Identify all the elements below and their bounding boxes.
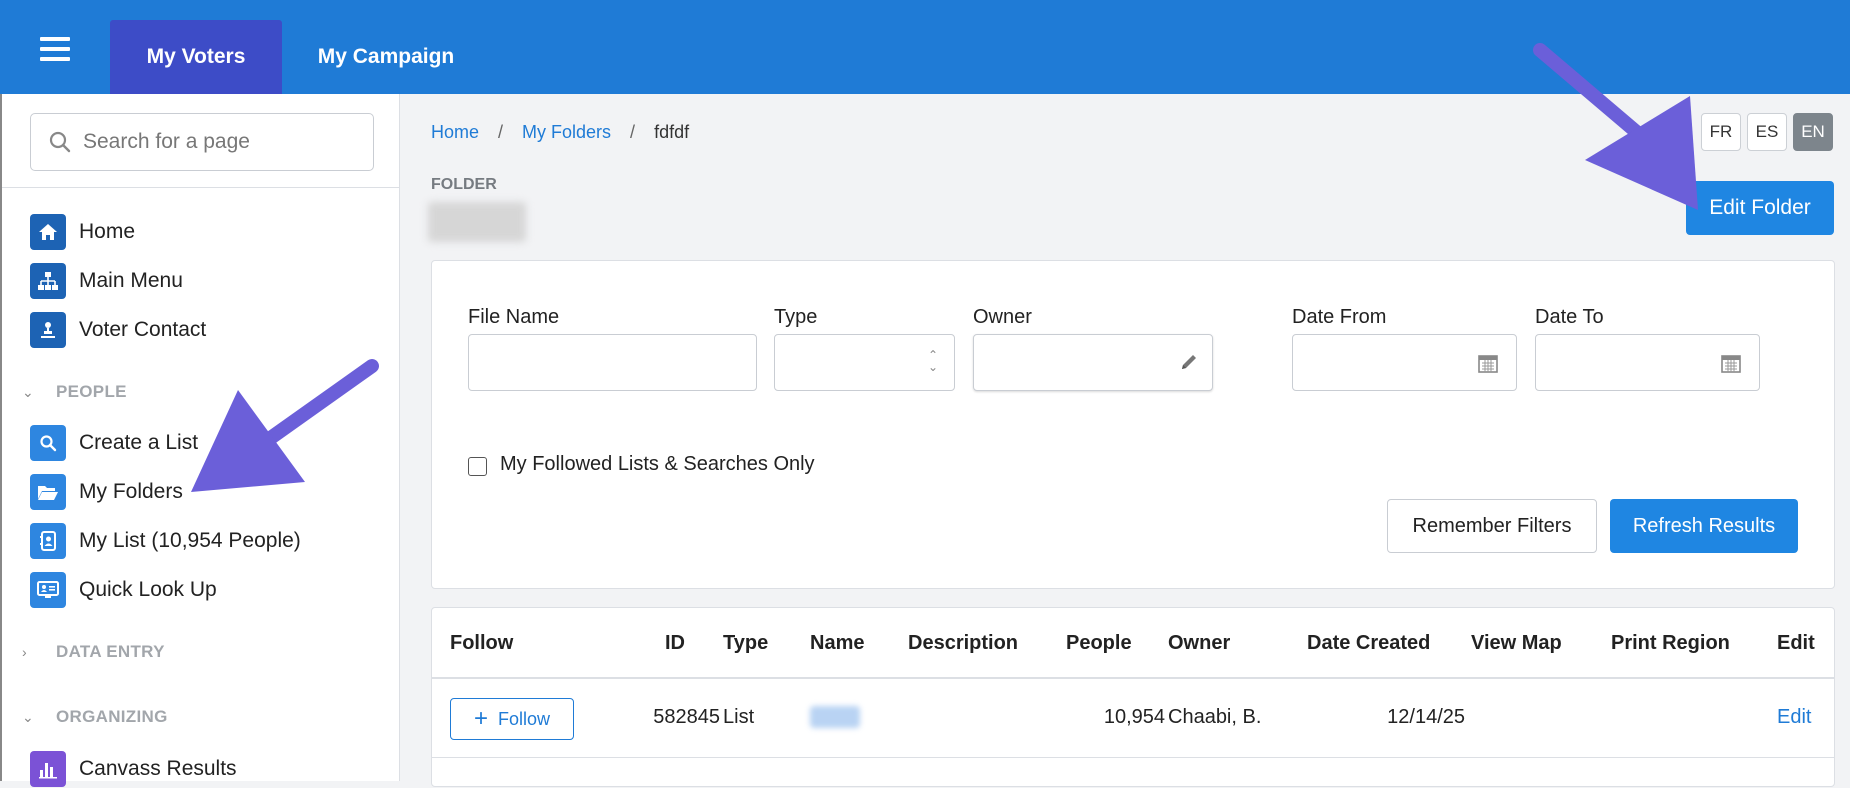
cell-date-created: 12/14/25: [1387, 706, 1465, 728]
cell-type: List: [723, 706, 755, 728]
edit-folder-button[interactable]: Edit Folder: [1686, 181, 1834, 235]
sidebar-item-create-list[interactable]: Create a List: [30, 424, 198, 462]
type-select[interactable]: ⌃ ⌄: [774, 334, 955, 391]
cell-name-link-redacted[interactable]: [810, 706, 860, 728]
column-header-owner[interactable]: Owner: [1168, 632, 1230, 655]
date-to-label: Date To: [1535, 306, 1604, 328]
date-from-input[interactable]: [1292, 334, 1517, 391]
language-en-button[interactable]: EN: [1793, 113, 1833, 151]
section-label: DATA ENTRY: [56, 642, 165, 661]
sidebar-search: [30, 113, 374, 171]
section-people[interactable]: ⌄ PEOPLE: [22, 379, 127, 405]
bar-chart-icon: [30, 751, 66, 787]
breadcrumb-home-link[interactable]: Home: [431, 122, 479, 143]
column-header-edit: Edit: [1777, 632, 1815, 654]
column-header-description[interactable]: Description: [908, 632, 1018, 655]
search-icon: [30, 425, 66, 461]
address-book-icon: [30, 523, 66, 559]
breadcrumb-separator: /: [630, 122, 636, 142]
owner-label: Owner: [973, 306, 1032, 328]
calendar-icon[interactable]: [1721, 353, 1741, 373]
folder-open-icon: [30, 474, 66, 510]
hamburger-menu-icon[interactable]: [40, 37, 70, 61]
folder-name-redacted: [428, 202, 526, 242]
chevron-down-icon: ⌄: [22, 383, 34, 400]
owner-field[interactable]: [973, 334, 1213, 391]
section-data-entry[interactable]: › DATA ENTRY: [22, 639, 165, 665]
table-header-divider: [432, 677, 1834, 679]
column-header-date-created[interactable]: Date Created: [1307, 632, 1430, 655]
sidebar-item-label: Create a List: [79, 431, 199, 454]
sidebar-item-label: My Folders: [79, 480, 183, 503]
file-name-input[interactable]: [468, 334, 757, 391]
chevron-down-icon: ⌄: [22, 708, 34, 725]
sitemap-icon: [30, 263, 66, 299]
folder-label: FOLDER: [431, 176, 497, 193]
section-label: PEOPLE: [56, 382, 127, 401]
sidebar: Home Main Menu Voter Contact ⌄ PEOPLE Cr…: [0, 94, 400, 787]
table-row-divider: [432, 757, 1834, 758]
filter-panel: File Name Type ⌃ ⌄ Owner Date From Date T…: [431, 260, 1835, 589]
sidebar-item-home[interactable]: Home: [30, 213, 135, 251]
refresh-results-button[interactable]: Refresh Results: [1610, 499, 1798, 553]
edit-link[interactable]: Edit: [1777, 706, 1811, 729]
breadcrumb-folders-link[interactable]: My Folders: [522, 122, 611, 143]
chevron-right-icon: ›: [22, 644, 27, 660]
id-card-icon: [30, 572, 66, 608]
language-fr-button[interactable]: FR: [1701, 113, 1741, 151]
sidebar-divider: [2, 187, 400, 188]
followed-only-label: My Followed Lists & Searches Only: [500, 453, 815, 475]
sidebar-item-label: Canvass Results: [79, 757, 237, 780]
sidebar-item-quick-look-up[interactable]: Quick Look Up: [30, 571, 217, 609]
remember-filters-button[interactable]: Remember Filters: [1387, 499, 1597, 553]
home-icon: [30, 214, 66, 250]
breadcrumb: Home / My Folders / fdfdf: [431, 122, 689, 143]
sidebar-item-my-list[interactable]: My List (10,954 People): [30, 522, 301, 560]
column-header-follow: Follow: [450, 632, 514, 654]
sidebar-item-main-menu[interactable]: Main Menu: [30, 262, 183, 300]
sidebar-item-label: My List (10,954 People): [79, 529, 301, 552]
date-from-label: Date From: [1292, 306, 1387, 328]
type-label: Type: [774, 306, 818, 328]
select-arrows-icon: ⌃ ⌄: [927, 348, 938, 374]
sidebar-item-label: Voter Contact: [79, 318, 207, 341]
date-to-input[interactable]: [1535, 334, 1760, 391]
tab-my-campaign[interactable]: My Campaign: [300, 20, 472, 94]
cell-people: 10,954: [1103, 706, 1165, 728]
sidebar-item-canvass-results[interactable]: Canvass Results: [30, 750, 237, 788]
calendar-icon[interactable]: [1478, 353, 1498, 373]
cell-owner: Chaabi, B.: [1168, 706, 1262, 728]
search-icon: [49, 131, 71, 153]
pencil-icon[interactable]: [1178, 351, 1200, 373]
sidebar-item-label: Quick Look Up: [79, 578, 217, 601]
cell-id: 582845: [653, 706, 720, 728]
sidebar-item-voter-contact[interactable]: Voter Contact: [30, 311, 206, 349]
contact-icon: [30, 312, 66, 348]
column-header-name[interactable]: Name: [810, 632, 864, 655]
column-header-print-region: Print Region: [1611, 632, 1730, 654]
column-header-type[interactable]: Type: [723, 632, 768, 655]
column-header-people[interactable]: People: [1066, 632, 1132, 655]
column-header-id[interactable]: ID: [665, 632, 685, 655]
followed-only-checkbox[interactable]: [468, 457, 487, 476]
follow-label: Follow: [498, 708, 551, 729]
results-table: Follow ID Type Name Description People O…: [431, 607, 1835, 787]
sidebar-item-my-folders[interactable]: My Folders: [30, 473, 183, 511]
breadcrumb-current: fdfdf: [654, 122, 690, 142]
follow-button[interactable]: + Follow: [450, 698, 574, 740]
file-name-label: File Name: [468, 306, 560, 328]
plus-icon: +: [473, 705, 488, 732]
top-navbar: My Voters My Campaign: [0, 0, 1850, 94]
section-organizing[interactable]: ⌄ ORGANIZING: [22, 704, 168, 730]
language-es-button[interactable]: ES: [1747, 113, 1787, 151]
sidebar-item-label: Home: [79, 220, 136, 243]
column-header-view-map: View Map: [1471, 632, 1562, 654]
tab-my-voters[interactable]: My Voters: [110, 20, 282, 94]
search-input[interactable]: [83, 124, 363, 160]
breadcrumb-separator: /: [498, 122, 504, 142]
section-label: ORGANIZING: [56, 707, 168, 726]
sidebar-item-label: Main Menu: [79, 269, 183, 292]
